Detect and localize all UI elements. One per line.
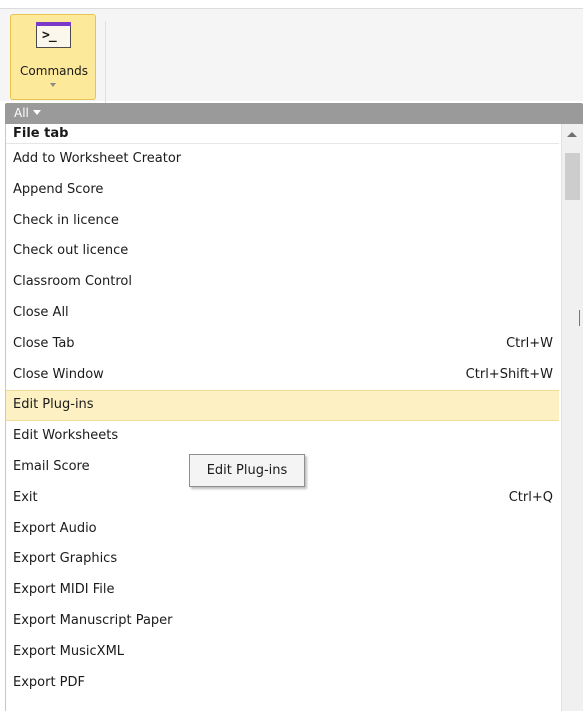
- filter-label: All: [14, 106, 29, 120]
- menu-item[interactable]: Export MIDI File: [6, 575, 559, 606]
- menu-item[interactable]: Classroom Control: [6, 267, 559, 298]
- vertical-scrollbar[interactable]: [561, 124, 583, 711]
- menu-item[interactable]: Exit Ctrl+Q: [6, 483, 559, 514]
- tooltip: Edit Plug-ins: [189, 454, 305, 487]
- menu-item[interactable]: Check in licence: [6, 206, 559, 237]
- scroll-up-icon[interactable]: [567, 132, 577, 137]
- filter-dropdown[interactable]: All: [14, 106, 41, 120]
- ribbon: >_ Commands: [0, 9, 583, 105]
- menu-item[interactable]: Close Window Ctrl+Shift+W: [6, 360, 559, 391]
- command-list-panel: File tab Add to Worksheet Creator Append …: [5, 124, 583, 711]
- commands-button[interactable]: >_ Commands: [10, 14, 96, 100]
- menu-item-label: Email Score: [13, 458, 90, 474]
- menu-item[interactable]: Export Manuscript Paper: [6, 606, 559, 637]
- menu-item-label: Check out licence: [13, 243, 129, 259]
- menu-item-label: Edit Worksheets: [13, 428, 119, 444]
- menu-item-label: Close Window: [13, 366, 104, 382]
- menu-item-label: Export MIDI File: [13, 582, 115, 598]
- chevron-down-icon: [50, 83, 56, 87]
- menu-item-label: Close All: [13, 304, 69, 320]
- menu-item-label: Exit: [13, 489, 38, 505]
- menu-item[interactable]: Export Graphics: [6, 544, 559, 575]
- terminal-prompt-icon: >_: [36, 22, 71, 48]
- prompt-glyph: >_: [42, 28, 57, 43]
- menu-item-shortcut: Ctrl+W: [506, 335, 553, 351]
- menu-item-label: Check in licence: [13, 212, 119, 228]
- menu-item-label: Add to Worksheet Creator: [13, 151, 182, 166]
- menu-item[interactable]: Check out licence: [6, 236, 559, 267]
- filter-bar: All: [5, 103, 583, 124]
- menu-item-label: Export MusicXML: [13, 643, 125, 659]
- menu-item[interactable]: Close All: [6, 298, 559, 329]
- menu-item[interactable]: Export Audio: [6, 514, 559, 545]
- menu-item-label: Export Manuscript Paper: [13, 612, 173, 628]
- menu-item-label: Export Audio: [13, 520, 97, 536]
- menu-item[interactable]: Export MusicXML: [6, 637, 559, 668]
- menu-item-label: Export PDF: [13, 674, 86, 690]
- menu-item-label: Close Tab: [13, 335, 75, 351]
- command-list: File tab Add to Worksheet Creator Append …: [6, 124, 559, 698]
- ribbon-separator: [105, 21, 106, 105]
- commands-label: Commands: [20, 64, 88, 78]
- menu-item-label: Edit Plug-ins: [13, 397, 94, 413]
- menu-item-label: Classroom Control: [13, 274, 132, 290]
- section-header: File tab: [6, 124, 559, 144]
- caret-down-icon: [32, 110, 41, 115]
- menu-item-shortcut: Ctrl+Shift+W: [465, 366, 553, 382]
- icon-title-bar: [36, 22, 71, 26]
- scroll-thumb[interactable]: [565, 153, 580, 200]
- menu-item[interactable]: Append Score: [6, 175, 559, 206]
- menu-item[interactable]: Edit Worksheets: [6, 421, 559, 452]
- window-edge-mark: [579, 310, 583, 326]
- menu-item[interactable]: Export PDF: [6, 668, 559, 699]
- menu-item-shortcut: Ctrl+Q: [508, 489, 553, 505]
- menu-item-label: Append Score: [13, 181, 104, 197]
- menu-item-label: Export Graphics: [13, 551, 118, 567]
- menu-item[interactable]: Edit Plug-ins: [6, 390, 559, 422]
- menu-item[interactable]: Add to Worksheet Creator: [6, 144, 559, 175]
- menu-item[interactable]: Close Tab Ctrl+W: [6, 329, 559, 360]
